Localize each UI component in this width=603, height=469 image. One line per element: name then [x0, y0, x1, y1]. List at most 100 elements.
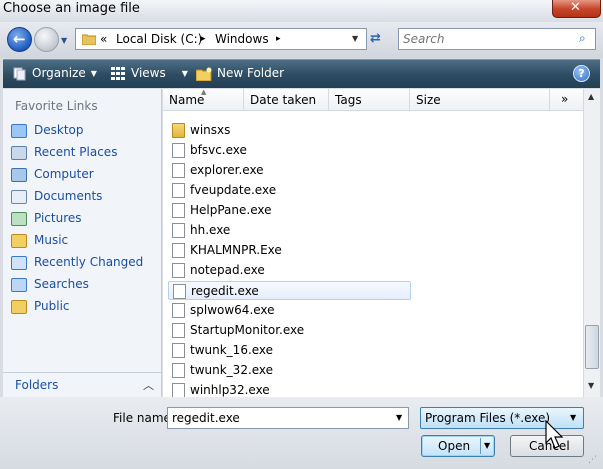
file-icon	[172, 163, 185, 178]
window-title: Choose an image file	[3, 1, 140, 16]
search-box[interactable]: ⌕	[398, 28, 596, 50]
folders-toggle[interactable]: Folders ︿	[3, 372, 161, 397]
open-button[interactable]: Open ▼	[421, 435, 495, 457]
nav-link-documents[interactable]: Documents	[9, 187, 159, 207]
organize-icon	[13, 67, 26, 80]
command-toolbar: Organize ▼ Views ▼ New Folder ?	[3, 59, 600, 88]
new-folder-button[interactable]: New Folder	[196, 66, 284, 81]
nav-link-label: Public	[34, 299, 70, 313]
desktop-icon	[11, 124, 27, 138]
address-row: ← ▼ « Local Disk (C:) ▸ Windows ▸ ▼ ⇄ ⌕	[0, 22, 603, 58]
views-label: Views	[131, 66, 166, 80]
recently-changed-icon	[11, 256, 27, 270]
column-size[interactable]: Size	[410, 89, 550, 111]
address-bar[interactable]: « Local Disk (C:) ▸ Windows ▸ ▼	[75, 28, 367, 50]
nav-link-public[interactable]: Public	[9, 297, 159, 317]
computer-icon	[11, 168, 27, 182]
nav-link-searches[interactable]: Searches	[9, 275, 159, 295]
music-folder-icon	[11, 234, 27, 248]
vertical-scrollbar[interactable]: ▲ ▼	[583, 89, 600, 397]
new-folder-icon	[196, 67, 212, 81]
column-date-taken-label: Date taken	[250, 93, 317, 107]
column-tags-label: Tags	[335, 93, 362, 107]
search-input[interactable]	[403, 31, 573, 47]
file-name-input[interactable]	[172, 411, 382, 425]
recent-pages-dropdown-icon[interactable]: ▼	[61, 36, 67, 45]
nav-link-desktop[interactable]: Desktop	[9, 121, 159, 141]
nav-link-label: Recent Places	[34, 145, 118, 159]
scroll-up-icon[interactable]: ▲	[588, 92, 594, 101]
organize-button[interactable]: Organize ▼	[13, 66, 97, 81]
file-row[interactable]: twunk_16.exe	[168, 341, 411, 360]
file-row[interactable]: bfsvc.exe	[168, 141, 411, 160]
file-icon	[172, 263, 185, 278]
mouse-cursor-icon	[545, 420, 564, 449]
nav-link-recently-changed[interactable]: Recently Changed	[9, 253, 159, 273]
file-row[interactable]: twunk_32.exe	[168, 361, 411, 380]
favorite-links-title: Favorite Links	[15, 99, 98, 113]
file-name: notepad.exe	[190, 263, 265, 277]
dialog-footer: File name: ▼ Program Files (*.exe) ▼ Ope…	[0, 397, 603, 469]
column-tags[interactable]: Tags	[329, 89, 410, 111]
column-size-label: Size	[416, 93, 441, 107]
resize-grip-icon[interactable]: ⋰	[588, 455, 597, 465]
file-row[interactable]: fveupdate.exe	[168, 181, 411, 200]
file-row[interactable]: winhlp32.exe	[168, 381, 411, 397]
file-name-combobox[interactable]: ▼	[167, 407, 409, 429]
column-name[interactable]: Name ▲	[163, 89, 244, 111]
organize-label: Organize	[32, 66, 86, 80]
recent-places-icon	[11, 146, 27, 160]
file-row-selected[interactable]: regedit.exe	[168, 281, 411, 300]
back-arrow-icon: ←	[13, 30, 26, 48]
file-name-dropdown-icon[interactable]: ▼	[396, 413, 402, 422]
scroll-down-icon[interactable]: ▼	[588, 381, 594, 390]
breadcrumb-windows[interactable]: Windows	[215, 32, 269, 46]
file-row[interactable]: notepad.exe	[168, 261, 411, 280]
file-row[interactable]: splwow64.exe	[168, 301, 411, 320]
file-name-label: File name:	[113, 411, 175, 425]
organize-dropdown-icon: ▼	[90, 69, 97, 78]
column-headers: Name ▲ Date taken Tags Size »	[163, 89, 583, 111]
more-columns-button[interactable]: »	[561, 92, 568, 106]
back-button[interactable]: ←	[7, 27, 32, 52]
help-button[interactable]: ?	[573, 65, 590, 82]
file-row[interactable]: winsxs	[168, 121, 411, 140]
folder-icon	[82, 34, 96, 45]
nav-link-recent-places[interactable]: Recent Places	[9, 143, 159, 163]
breadcrumb-separator-icon[interactable]: ▸	[276, 34, 281, 44]
file-type-dropdown-icon: ▼	[570, 413, 577, 422]
address-overflow[interactable]: «	[100, 32, 107, 46]
nav-link-music[interactable]: Music	[9, 231, 159, 251]
open-label: Open	[438, 439, 471, 453]
nav-link-pictures[interactable]: Pictures	[9, 209, 159, 229]
title-bar: Choose an image file ✕	[0, 0, 603, 22]
breadcrumb-separator-icon[interactable]: ▸	[201, 34, 206, 44]
column-date-taken[interactable]: Date taken	[244, 89, 329, 111]
breadcrumb-local-disk[interactable]: Local Disk (C:)	[116, 32, 202, 46]
file-name: winhlp32.exe	[190, 383, 270, 397]
file-type-value: Program Files (*.exe)	[425, 411, 551, 425]
file-row[interactable]: explorer.exe	[168, 161, 411, 180]
views-button[interactable]: Views ▼	[111, 66, 188, 80]
address-dropdown-icon[interactable]: ▼	[352, 34, 358, 43]
file-row[interactable]: KHALMNPR.Exe	[168, 241, 411, 260]
nav-link-computer[interactable]: Computer	[9, 165, 159, 185]
new-folder-label: New Folder	[217, 66, 285, 80]
nav-link-label: Desktop	[34, 123, 84, 137]
file-row[interactable]: StartupMonitor.exe	[168, 321, 411, 340]
close-button[interactable]: ✕	[552, 0, 601, 18]
file-row[interactable]: HelpPane.exe	[168, 201, 411, 220]
scroll-thumb[interactable]	[585, 325, 599, 369]
search-icon[interactable]: ⌕	[579, 31, 586, 46]
file-row[interactable]: hh.exe	[168, 221, 411, 240]
open-dropdown-icon[interactable]: ▼	[484, 441, 490, 450]
refresh-icon[interactable]: ⇄	[370, 31, 390, 49]
file-name: regedit.exe	[191, 284, 259, 298]
file-icon	[172, 363, 185, 378]
forward-button[interactable]	[34, 27, 59, 52]
nav-link-label: Pictures	[34, 211, 82, 225]
nav-link-label: Documents	[34, 189, 103, 203]
file-icon	[172, 383, 185, 397]
open-split-divider	[480, 438, 481, 454]
file-icon	[172, 243, 185, 258]
